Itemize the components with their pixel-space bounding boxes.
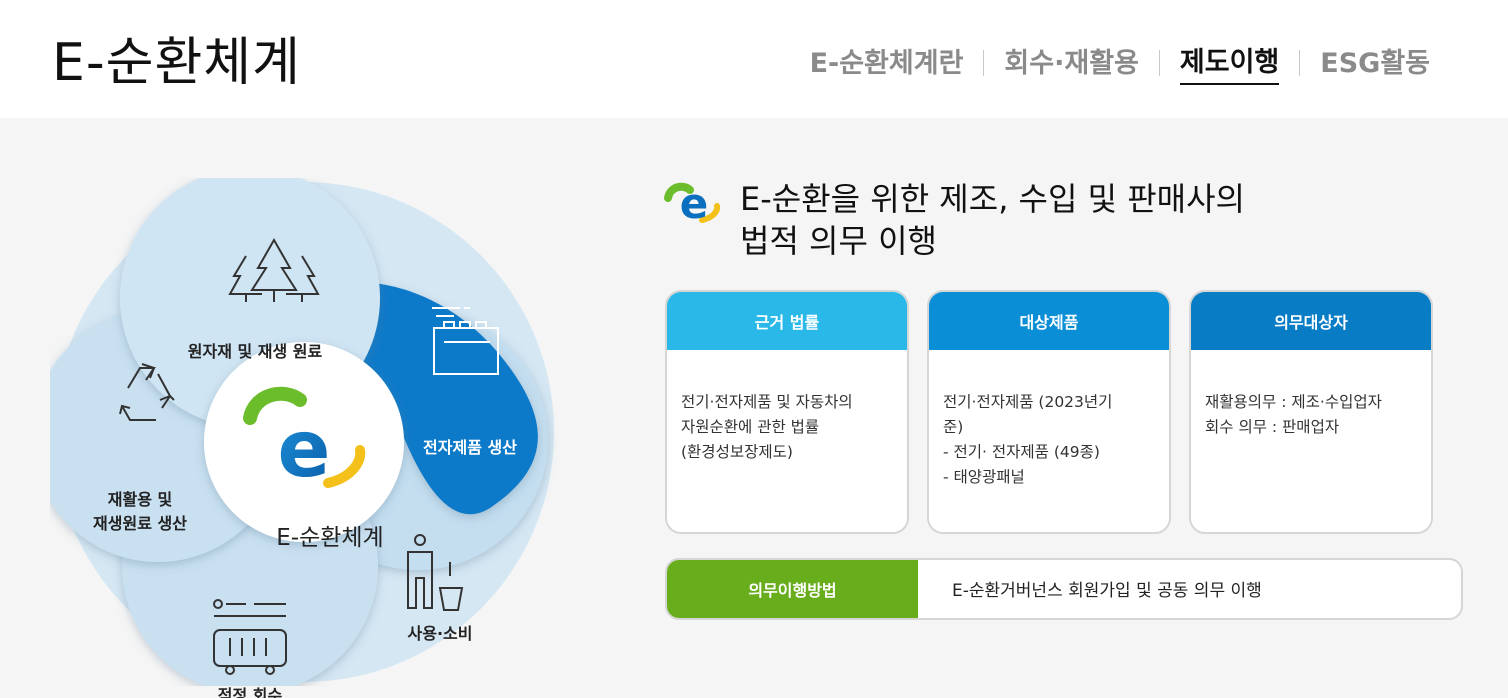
nav-divider [1299,49,1301,76]
nav-divider [983,49,985,76]
svg-text:e: e [278,405,331,495]
top-nav: E-순환체계란 회수·재활용 제도이행 ESG활동 [810,40,1430,85]
segment-label-use: 사용·소비 [407,624,473,643]
card-legal-basis: 근거 법률 전기·전자제품 및 자동차의 자원순환에 관한 법률 (환경성보장제… [665,290,909,534]
segment-label-collection: 적정 회수 [217,686,283,698]
section-title-line1: E-순환을 위한 제조, 수입 및 판매사의 [740,180,1245,218]
nav-divider [1158,49,1160,76]
card-line: 자원순환에 관한 법률 [681,418,820,436]
site-title: E-순환체계 [52,33,301,93]
compliance-method-text: E-순환거버넌스 회원가입 및 공동 의무 이행 [952,581,1262,601]
header: E-순환체계 E-순환체계란 회수·재활용 제도이행 ESG활동 [0,0,1508,118]
card-target-products-body: 전기·전자제품 (2023년기 준) - 전기· 전자제품 (49종) - 태양… [929,350,1169,490]
center-label: E-순환체계 [276,525,384,551]
segment-label-recycling-line1: 재활용 및 [107,490,173,509]
nav-item-collection[interactable]: 회수·재활용 [1004,41,1138,84]
card-target-products-title: 대상제품 [929,292,1169,350]
nav-item-compliance[interactable]: 제도이행 [1179,40,1280,85]
card-line: (환경성보장제도) [681,443,793,461]
cycle-diagram-graphic: e [50,178,554,686]
nav-item-esg[interactable]: ESG활동 [1320,41,1430,84]
card-obligated-parties: 의무대상자 재활용의무 : 제조·수입업자 회수 의무 : 판매업자 [1189,290,1433,534]
section-title-line2: 법적 의무 이행 [740,222,937,260]
card-line: - 전기· 전자제품 (49종) [943,443,1100,461]
card-target-products: 대상제품 전기·전자제품 (2023년기 준) - 전기· 전자제품 (49종)… [927,290,1171,534]
nav-item-about[interactable]: E-순환체계란 [810,41,964,84]
main-content: e 원자재 및 재생 원료 전자제품 생산 사용·소비 적정 회수 재활용 및 … [0,118,1508,698]
card-legal-basis-title: 근거 법률 [667,292,907,350]
section-title: E-순환을 위한 제조, 수입 및 판매사의 법적 의무 이행 [740,178,1360,262]
card-line: 전기·전자제품 및 자동차의 [681,393,853,411]
card-legal-basis-body: 전기·전자제품 및 자동차의 자원순환에 관한 법률 (환경성보장제도) [667,350,907,465]
cycle-diagram: e 원자재 및 재생 원료 전자제품 생산 사용·소비 적정 회수 재활용 및 … [50,178,558,698]
compliance-method-bar: 의무이행방법 E-순환거버넌스 회원가입 및 공동 의무 이행 [665,558,1463,620]
card-line: 준) [943,418,964,436]
e-logo-icon: e [664,179,721,228]
card-line: 전기·전자제품 (2023년기 [943,393,1113,411]
segment-label-materials: 원자재 및 재생 원료 [187,342,323,361]
card-line: 회수 의무 : 판매업자 [1205,418,1340,436]
compliance-method-title: 의무이행방법 [667,560,918,618]
card-line: 재활용의무 : 제조·수입업자 [1205,393,1382,411]
card-line: - 태양광패널 [943,468,1025,486]
svg-text:e: e [680,179,709,228]
segment-label-recycling-line2: 재생원료 생산 [93,514,187,533]
card-obligated-parties-body: 재활용의무 : 제조·수입업자 회수 의무 : 판매업자 [1191,350,1431,440]
card-obligated-parties-title: 의무대상자 [1191,292,1431,350]
segment-label-production: 전자제품 생산 [423,438,517,457]
